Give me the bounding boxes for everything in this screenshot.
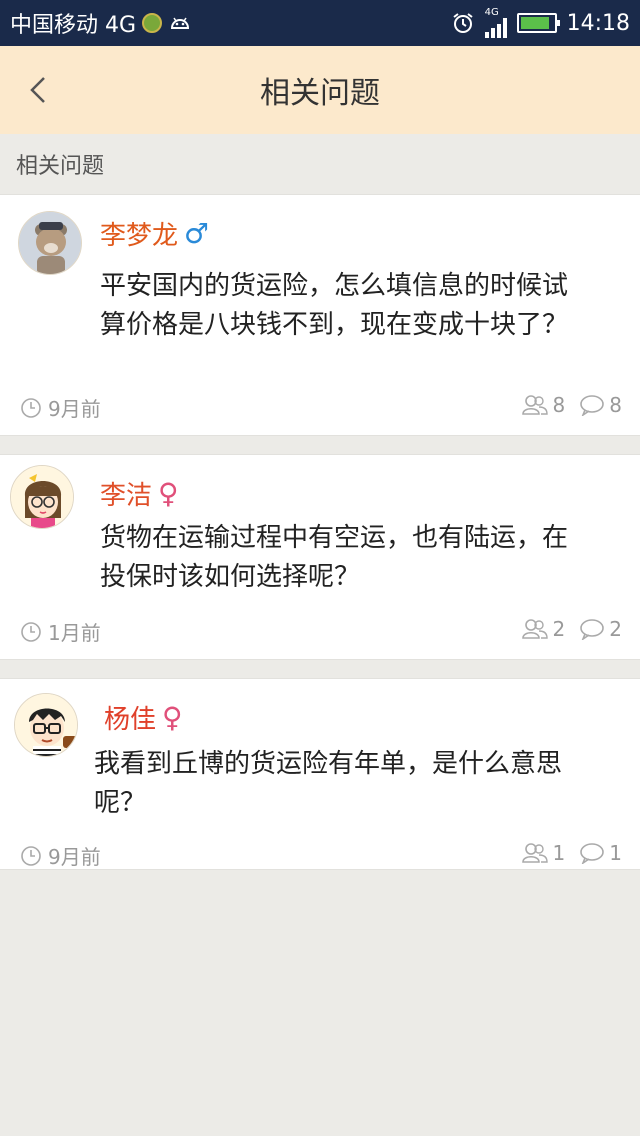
female-icon: ♀ — [162, 700, 183, 734]
avatar[interactable] — [14, 693, 78, 757]
alarm-icon — [451, 11, 475, 35]
avatar[interactable] — [10, 465, 74, 529]
question-line: 我看到丘博的货运险有年单，是什么意思 — [94, 749, 563, 779]
male-icon: ♂ — [184, 216, 210, 250]
question-line: 算价格是八块钱不到，现在变成十块了？ — [100, 310, 569, 340]
question-text[interactable]: 平安国内的货运险，怎么填信息的时候试 算价格是八块钱不到，现在变成十块了？ — [100, 267, 620, 345]
status-bar: 中国移动 4G 4G 14:18 — [0, 0, 640, 46]
question-card[interactable]: 李洁 ♀ 货物在运输过程中有空运，也有陆运，在 投保时该如何选择呢？ 1月前 2… — [0, 454, 640, 660]
comment-count: 8 — [609, 393, 622, 417]
chevron-left-icon — [30, 77, 45, 103]
avatar[interactable] — [18, 211, 82, 275]
followers-icon — [521, 843, 548, 863]
question-text[interactable]: 货物在运输过程中有空运，也有陆运，在 投保时该如何选择呢？ — [100, 519, 620, 597]
followers-icon — [521, 619, 548, 639]
post-time: 9月前 — [48, 845, 101, 869]
section-label: 相关问题 — [16, 154, 105, 179]
title-bar: 相关问题 — [0, 46, 640, 134]
user-name[interactable]: 杨佳 — [104, 699, 156, 736]
battery-icon — [516, 13, 560, 33]
user-name[interactable]: 李洁 — [100, 475, 152, 512]
notification-badge-icon — [142, 13, 163, 33]
page-title: 相关问题 — [260, 76, 380, 111]
network-label: 4G — [484, 7, 499, 18]
signal-4g-icon: 4G — [484, 7, 507, 38]
comment-icon — [580, 619, 605, 640]
question-line: 呢？ — [94, 788, 147, 818]
user-name[interactable]: 李梦龙 — [100, 215, 178, 252]
question-line: 平安国内的货运险，怎么填信息的时候试 — [100, 271, 569, 301]
clock-icon — [21, 397, 41, 418]
comment-count: 1 — [609, 841, 622, 865]
question-card[interactable]: 杨佳 ♀ 我看到丘博的货运险有年单，是什么意思 呢？ 9月前 1 1 — [0, 678, 640, 870]
comment-icon — [580, 395, 605, 416]
android-icon — [168, 14, 192, 32]
post-time: 9月前 — [48, 397, 101, 421]
question-line: 投保时该如何选择呢？ — [100, 562, 361, 592]
followers-icon — [521, 395, 548, 415]
female-icon: ♀ — [158, 476, 179, 510]
comment-count: 2 — [609, 617, 622, 641]
question-card[interactable]: 李梦龙 ♂ 平安国内的货运险，怎么填信息的时候试 算价格是八块钱不到，现在变成十… — [0, 194, 640, 436]
question-text[interactable]: 我看到丘博的货运险有年单，是什么意思 呢？ — [94, 745, 624, 823]
section-header: 相关问题 — [0, 134, 640, 194]
carrier-label: 中国移动 4G — [10, 13, 137, 38]
follow-count: 1 — [552, 841, 566, 865]
clock-icon — [21, 845, 41, 866]
follow-count: 8 — [552, 393, 566, 417]
back-button[interactable] — [18, 70, 58, 110]
follow-count: 2 — [552, 617, 566, 641]
clock-time: 14:18 — [566, 10, 630, 36]
post-time: 1月前 — [48, 621, 101, 645]
comment-icon — [580, 843, 605, 864]
question-line: 货物在运输过程中有空运，也有陆运，在 — [100, 523, 569, 553]
clock-icon — [21, 621, 41, 642]
